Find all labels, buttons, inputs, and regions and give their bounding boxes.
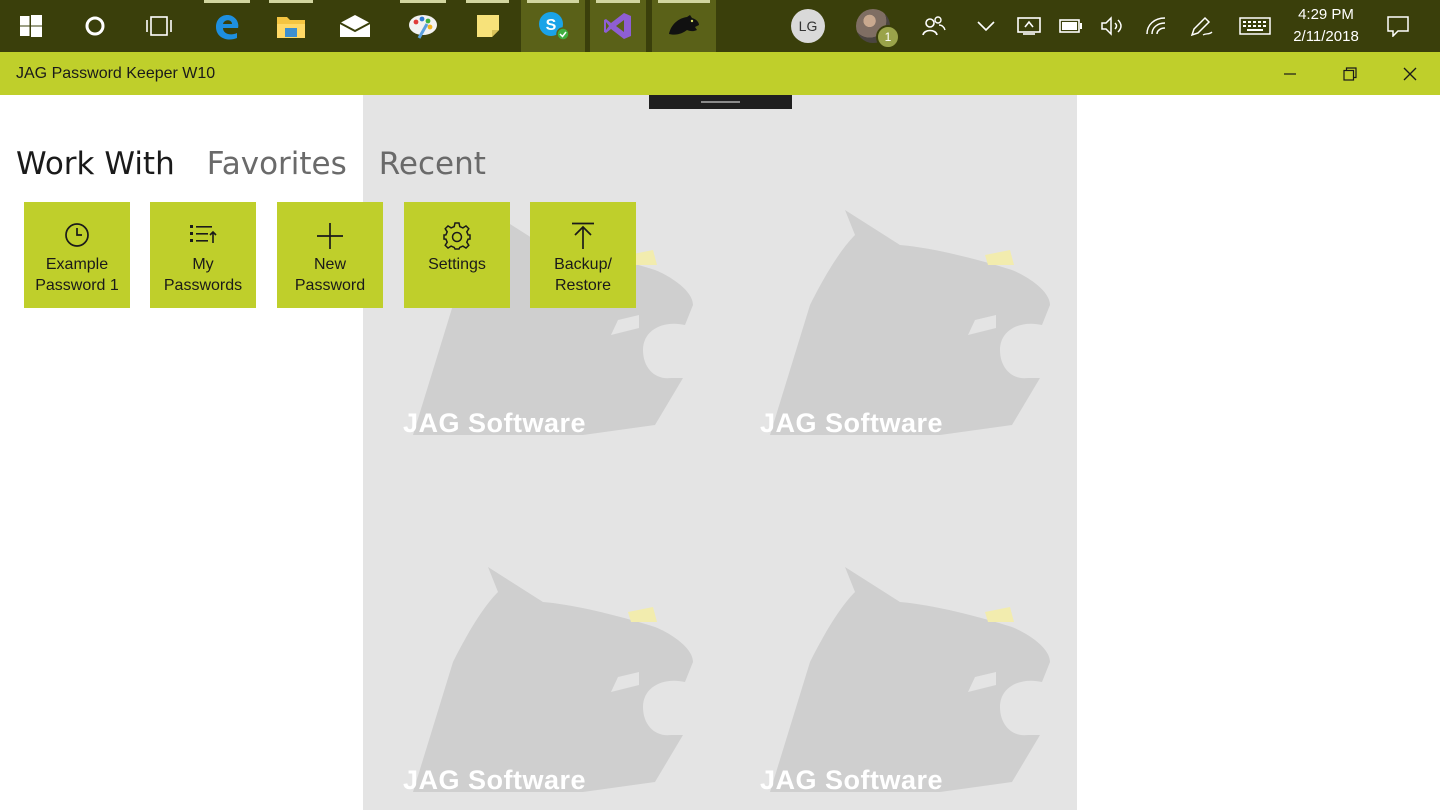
watermark-text: JAG Software — [760, 408, 944, 438]
action-center-icon — [1387, 16, 1409, 37]
clock-time: 4:29 PM — [1298, 6, 1354, 23]
people-button[interactable] — [912, 0, 956, 52]
taskbar-app-mail[interactable] — [326, 0, 384, 52]
minimize-button[interactable] — [1260, 52, 1320, 95]
watermark-tile: JAG Software — [750, 567, 1050, 810]
volume-icon — [1101, 16, 1122, 36]
taskbar-clock[interactable]: 4:29 PM 2/11/2018 — [1280, 4, 1372, 48]
pivot-tabs: Work With Favorites Recent — [16, 146, 486, 182]
tile-label: Backup/ Restore — [554, 256, 612, 294]
clock-icon — [65, 223, 89, 247]
cortana-button[interactable] — [64, 0, 126, 52]
window-title: JAG Password Keeper W10 — [16, 65, 216, 82]
network-button[interactable] — [1136, 0, 1176, 52]
panther-icon — [770, 567, 1050, 792]
pen-workspace-button[interactable] — [1180, 0, 1222, 52]
restore-icon — [1343, 66, 1357, 81]
people-icon — [922, 16, 946, 36]
skype-icon: S — [539, 12, 570, 41]
taskbar-app-sticky-notes[interactable] — [460, 0, 515, 52]
minimize-icon — [1284, 72, 1296, 75]
chevron-down-icon — [977, 21, 995, 32]
taskbar-app-edge[interactable] — [198, 0, 256, 52]
watermark-text: JAG Software — [403, 765, 587, 795]
visual-studio-icon — [604, 13, 631, 39]
plus-icon — [317, 223, 343, 249]
panther-icon — [770, 210, 1050, 435]
tile-label: Settings — [428, 256, 486, 273]
watermark-text: JAG Software — [760, 765, 944, 795]
wifi-icon — [1146, 17, 1166, 35]
notification-avatar[interactable]: 1 — [848, 0, 900, 52]
watermark-tile: JAG Software — [393, 567, 693, 810]
taskbar-app-visual-studio[interactable] — [590, 0, 646, 52]
drag-handle[interactable] — [649, 95, 792, 109]
cortana-circle-icon — [85, 16, 105, 36]
gear-icon — [443, 222, 471, 250]
taskbar: S LG 1 4:29 PM 2/11/2018 — [0, 0, 1440, 52]
volume-button[interactable] — [1092, 0, 1132, 52]
tile-example-password-1[interactable]: Example Password 1 — [24, 202, 130, 308]
keyboard-icon — [1239, 17, 1271, 35]
tile-label: New Password — [294, 256, 366, 294]
taskbar-app-file-explorer[interactable] — [263, 0, 319, 52]
edge-icon — [216, 15, 239, 40]
tile-backup-restore[interactable]: Backup/ Restore — [530, 202, 636, 308]
folder-icon — [277, 17, 305, 38]
sticky-note-icon — [476, 15, 499, 37]
tile-settings[interactable]: Settings — [404, 202, 510, 308]
watermark-text: JAG Software — [403, 408, 587, 438]
taskbar-app-skype[interactable]: S — [521, 0, 585, 52]
show-hidden-icons-button[interactable] — [966, 0, 1006, 52]
svg-text:S: S — [546, 17, 557, 34]
taskbar-app-paint[interactable] — [394, 0, 452, 52]
tile-label: My Passwords — [163, 256, 243, 294]
notification-count-badge: 1 — [876, 25, 900, 49]
upload-arrow-icon — [572, 222, 594, 249]
pen-icon — [1190, 16, 1213, 37]
close-button[interactable] — [1380, 52, 1440, 95]
list-icon — [190, 225, 217, 243]
paint-palette-icon — [409, 15, 437, 39]
start-button[interactable] — [0, 0, 62, 52]
tab-work-with[interactable]: Work With — [16, 146, 175, 182]
project-display-button[interactable] — [1008, 0, 1050, 52]
mail-icon — [339, 15, 371, 37]
task-view-button[interactable] — [128, 0, 190, 52]
panther-icon — [413, 567, 693, 792]
windows-logo-icon — [20, 15, 42, 37]
task-view-icon — [146, 16, 172, 36]
tab-recent[interactable]: Recent — [379, 146, 486, 182]
battery-icon — [1059, 19, 1082, 33]
people-avatar[interactable]: LG — [786, 0, 830, 52]
project-display-icon — [1017, 17, 1041, 35]
window-titlebar[interactable]: JAG Password Keeper W10 — [0, 52, 1440, 95]
tab-favorites[interactable]: Favorites — [207, 146, 347, 182]
taskbar-app-jag-password-keeper[interactable] — [652, 0, 716, 52]
tile-my-passwords[interactable]: My Passwords — [150, 202, 256, 308]
close-icon — [1403, 67, 1417, 80]
action-center-button[interactable] — [1376, 0, 1420, 52]
battery-button[interactable] — [1050, 0, 1092, 52]
restore-button[interactable] — [1320, 52, 1380, 95]
touch-keyboard-button[interactable] — [1232, 0, 1278, 52]
clock-date: 2/11/2018 — [1293, 28, 1359, 45]
watermark-tile: JAG Software — [750, 210, 1050, 470]
avatar: 1 — [856, 9, 900, 49]
panther-icon — [669, 15, 699, 35]
tile-new-password[interactable]: New Password — [277, 202, 383, 308]
tile-label: Example Password 1 — [35, 256, 119, 294]
user-initials-badge: LG — [791, 9, 825, 43]
